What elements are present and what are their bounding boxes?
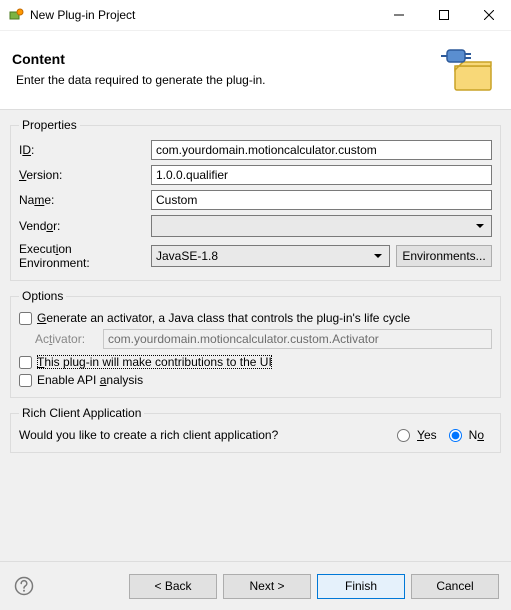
execenv-value: JavaSE-1.8 — [156, 249, 218, 263]
name-label: Name: — [19, 193, 145, 207]
back-button[interactable]: < Back — [129, 574, 217, 599]
close-button[interactable] — [466, 0, 511, 30]
finish-button[interactable]: Finish — [317, 574, 405, 599]
page-title: Content — [12, 51, 441, 67]
rcp-question: Would you like to create a rich client a… — [19, 428, 393, 442]
generate-activator-label: Generate an activator, a Java class that… — [37, 311, 410, 325]
cancel-button[interactable]: Cancel — [411, 574, 499, 599]
version-input[interactable] — [151, 165, 492, 185]
vendor-label: Vendor: — [19, 219, 145, 233]
rcp-no-radio[interactable] — [449, 429, 462, 442]
rcp-group: Rich Client Application Would you like t… — [10, 406, 501, 453]
properties-legend: Properties — [19, 118, 80, 132]
generate-activator-checkbox[interactable] — [19, 312, 32, 325]
ui-contribution-label: This plug-in will make contributions to … — [37, 355, 272, 369]
window-title: New Plug-in Project — [30, 8, 376, 22]
environments-button[interactable]: Environments... — [396, 245, 492, 267]
rcp-no-label: No — [469, 428, 484, 442]
vendor-combo[interactable] — [151, 215, 492, 237]
execenv-label: Execution Environment: — [19, 242, 145, 270]
minimize-button[interactable] — [376, 0, 421, 30]
ui-contribution-checkbox[interactable] — [19, 356, 32, 369]
wizard-header: Content Enter the data required to gener… — [0, 31, 511, 110]
spacer — [10, 461, 501, 577]
activator-input — [103, 329, 492, 349]
rcp-legend: Rich Client Application — [19, 406, 144, 420]
next-button[interactable]: Next > — [223, 574, 311, 599]
name-input[interactable] — [151, 190, 492, 210]
plugin-banner-icon — [441, 44, 499, 95]
options-legend: Options — [19, 289, 66, 303]
window-controls — [376, 0, 511, 30]
id-label: ID: — [19, 143, 145, 157]
version-label: Version: — [19, 168, 145, 182]
options-group: Options Generate an activator, a Java cl… — [10, 289, 501, 398]
content-area: Properties ID: Version: Name: Vendor: Ex… — [0, 110, 511, 577]
id-input[interactable] — [151, 140, 492, 160]
rcp-yes-radio[interactable] — [397, 429, 410, 442]
properties-group: Properties ID: Version: Name: Vendor: Ex… — [10, 118, 501, 281]
api-analysis-label: Enable API analysis — [37, 373, 143, 387]
api-analysis-checkbox[interactable] — [19, 374, 32, 387]
wizard-footer: < Back Next > Finish Cancel — [0, 561, 511, 610]
maximize-button[interactable] — [421, 0, 466, 30]
help-button[interactable] — [12, 574, 36, 598]
rcp-yes-label: Yes — [417, 428, 437, 442]
app-icon — [8, 7, 24, 23]
execenv-combo[interactable]: JavaSE-1.8 — [151, 245, 390, 267]
page-description: Enter the data required to generate the … — [16, 73, 441, 87]
activator-label: Activator: — [35, 332, 97, 346]
title-bar: New Plug-in Project — [0, 0, 511, 31]
